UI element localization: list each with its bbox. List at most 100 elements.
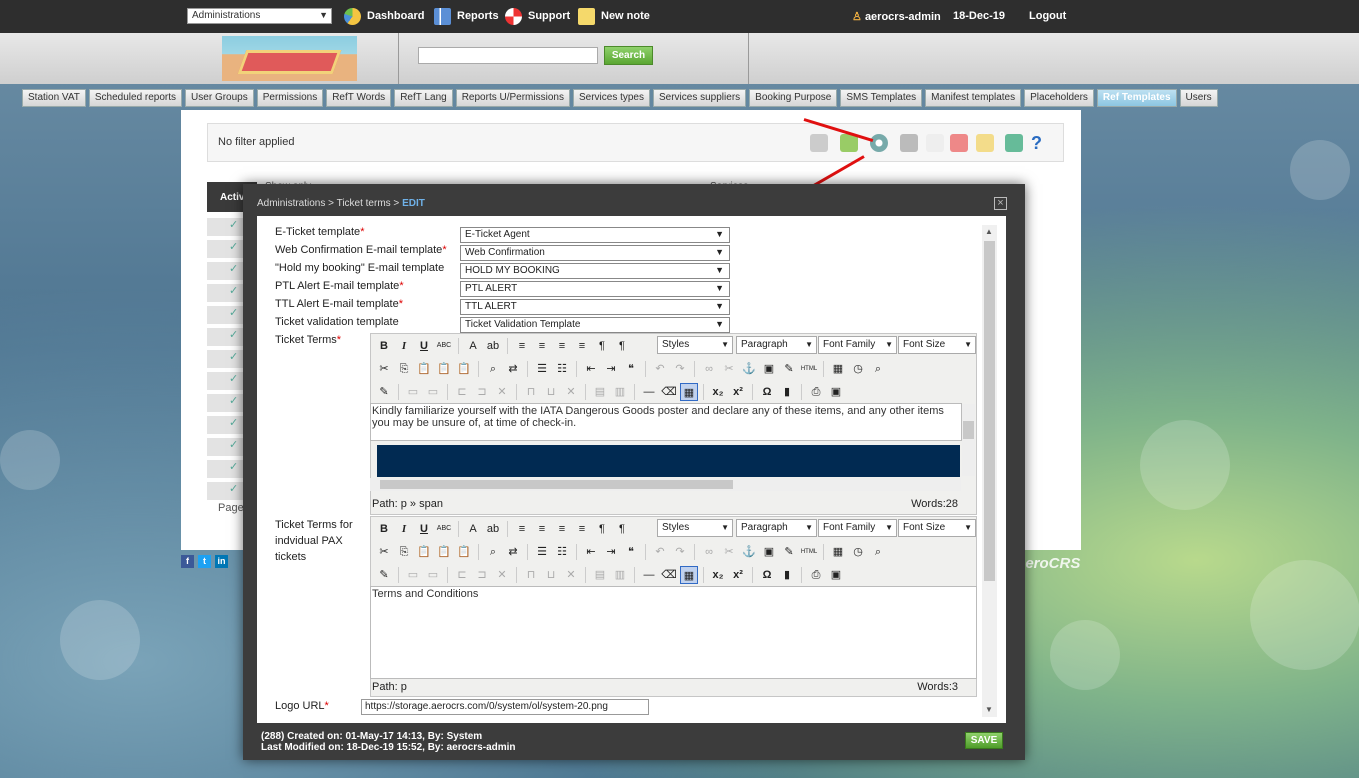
replace-icon[interactable]: ⇄ — [504, 543, 522, 561]
twitter-icon[interactable]: t — [198, 555, 211, 568]
html-icon[interactable]: HTML — [800, 543, 818, 561]
ticket-terms-content[interactable]: Kindly familiarize yourself with the IAT… — [370, 403, 962, 441]
scroll-up-icon[interactable]: ▲ — [985, 227, 993, 236]
tab-user-groups[interactable]: User Groups — [185, 89, 254, 107]
tab-booking-purpose[interactable]: Booking Purpose — [749, 89, 838, 107]
bold-icon[interactable]: B — [375, 520, 393, 538]
settings-icon[interactable] — [870, 134, 888, 152]
time-icon[interactable]: ◷ — [849, 543, 867, 561]
tab-services-types[interactable]: Services types — [572, 89, 650, 107]
insert-col-before-icon[interactable]: ⊓ — [522, 566, 540, 584]
time-icon[interactable]: ◷ — [849, 360, 867, 378]
superscript-icon[interactable]: x² — [729, 383, 747, 401]
tab-reft-lang[interactable]: RefT Lang — [394, 89, 453, 107]
merge-cells-icon[interactable]: ▥ — [611, 383, 629, 401]
insert-col-after-icon[interactable]: ⊔ — [542, 383, 560, 401]
superscript-icon[interactable]: x² — [729, 566, 747, 584]
paragraph-dropdown[interactable]: Paragraph ▼ — [736, 336, 817, 354]
fullscreen-icon[interactable]: ▣ — [827, 566, 845, 584]
save-button[interactable]: SAVE — [965, 732, 1003, 749]
close-icon[interactable]: × — [994, 197, 1007, 210]
image-icon[interactable]: ▣ — [760, 543, 778, 561]
insert-row-before-icon[interactable]: ⊏ — [453, 566, 471, 584]
remove-format-icon[interactable]: ⌫ — [660, 566, 678, 584]
user-name[interactable]: ♙ aerocrs-admin — [852, 10, 941, 23]
list-icon[interactable] — [810, 134, 828, 152]
font-color-icon[interactable]: A — [464, 337, 482, 355]
highlight-icon[interactable]: ab — [484, 337, 502, 355]
paste-icon[interactable]: 📋 — [415, 543, 433, 561]
insert-row-before-icon[interactable]: ⊏ — [453, 383, 471, 401]
cell-props-icon[interactable]: ▭ — [424, 383, 442, 401]
tab-sms-templates[interactable]: SMS Templates — [840, 89, 923, 107]
modal-scrollbar[interactable]: ▲ ▼ — [982, 225, 997, 717]
paste-text-icon[interactable]: 📋 — [435, 543, 453, 561]
find-icon[interactable]: ⌕ — [484, 360, 502, 378]
align-right-icon[interactable]: ≡ — [553, 337, 571, 355]
tab-users[interactable]: Users — [1179, 89, 1218, 107]
subscript-icon[interactable]: x₂ — [709, 566, 727, 584]
template-select[interactable]: PTL ALERT ▼ — [460, 281, 730, 297]
template-select[interactable]: HOLD MY BOOKING ▼ — [460, 263, 730, 279]
anchor-icon[interactable]: ⚓ — [740, 543, 758, 561]
align-center-icon[interactable]: ≡ — [533, 337, 551, 355]
anchor-icon[interactable]: ⚓ — [740, 360, 758, 378]
nav-new-note[interactable]: New note — [578, 7, 650, 25]
row-props-icon[interactable]: ▭ — [404, 566, 422, 584]
editor-scrollbar[interactable] — [962, 404, 975, 476]
nav-dashboard[interactable]: Dashboard — [344, 7, 424, 25]
delete-col-icon[interactable]: ✕ — [562, 566, 580, 584]
tab-ref-templates[interactable]: Ref Templates — [1096, 89, 1177, 107]
strikethrough-icon[interactable]: ABC — [435, 520, 453, 538]
bold-icon[interactable]: B — [375, 337, 393, 355]
split-cells-icon[interactable]: ▤ — [591, 566, 609, 584]
split-cells-icon[interactable]: ▤ — [591, 383, 609, 401]
cleanup-icon[interactable]: ✎ — [780, 360, 798, 378]
paste-word-icon[interactable]: 📋 — [455, 360, 473, 378]
date-icon[interactable]: ▦ — [829, 360, 847, 378]
undo-icon[interactable]: ↶ — [651, 360, 669, 378]
editor-hscrollbar[interactable] — [370, 478, 961, 491]
media-icon[interactable]: ▮ — [778, 383, 796, 401]
scroll-down-icon[interactable]: ▼ — [985, 705, 993, 714]
tab-reft-words[interactable]: RefT Words — [326, 89, 392, 107]
selected-content-block[interactable] — [377, 445, 960, 477]
font-size-dropdown[interactable]: Font Size ▼ — [898, 519, 976, 537]
rtl-icon[interactable]: ¶ — [613, 337, 631, 355]
redo-icon[interactable]: ↷ — [671, 360, 689, 378]
numbered-list-icon[interactable]: ☷ — [553, 543, 571, 561]
bullet-list-icon[interactable]: ☰ — [533, 360, 551, 378]
preview-icon[interactable]: ⌕ — [869, 543, 887, 561]
tab-reports-u-permissions[interactable]: Reports U/Permissions — [455, 89, 570, 107]
indent-icon[interactable]: ⇥ — [602, 543, 620, 561]
align-center-icon[interactable]: ≡ — [533, 520, 551, 538]
logo-url-input[interactable]: https://storage.aerocrs.com/0/system/ol/… — [361, 699, 649, 715]
tab-scheduled-reports[interactable]: Scheduled reports — [88, 89, 183, 107]
date-icon[interactable]: ▦ — [829, 543, 847, 561]
italic-icon[interactable]: I — [395, 520, 413, 538]
unlink-icon[interactable]: ✂ — [720, 543, 738, 561]
cleanup-icon[interactable]: ✎ — [780, 543, 798, 561]
visual-aid-icon[interactable]: ▦ — [680, 382, 698, 401]
tab-permissions[interactable]: Permissions — [256, 89, 324, 107]
scrollbar-thumb[interactable] — [984, 241, 995, 581]
outdent-icon[interactable]: ⇤ — [582, 360, 600, 378]
highlight-icon[interactable]: ab — [484, 520, 502, 538]
find-icon[interactable]: ⌕ — [484, 543, 502, 561]
horizontal-rule-icon[interactable]: — — [640, 566, 658, 584]
paste-text-icon[interactable]: 📋 — [435, 360, 453, 378]
special-char-icon[interactable]: Ω — [758, 566, 776, 584]
horizontal-rule-icon[interactable]: — — [640, 383, 658, 401]
blockquote-icon[interactable]: ❝ — [622, 360, 640, 378]
rtl-icon[interactable]: ¶ — [613, 520, 631, 538]
template-select[interactable]: E-Ticket Agent ▼ — [460, 227, 730, 243]
email-icon[interactable] — [976, 134, 994, 152]
underline-icon[interactable]: U — [415, 520, 433, 538]
refresh-icon[interactable] — [1005, 134, 1023, 152]
tab-services-suppliers[interactable]: Services suppliers — [653, 89, 747, 107]
preview-icon[interactable]: ⌕ — [869, 360, 887, 378]
redo-icon[interactable]: ↷ — [671, 543, 689, 561]
font-family-dropdown[interactable]: Font Family ▼ — [818, 336, 897, 354]
subscript-icon[interactable]: x₂ — [709, 383, 727, 401]
tab-manifest-templates[interactable]: Manifest templates — [925, 89, 1022, 107]
